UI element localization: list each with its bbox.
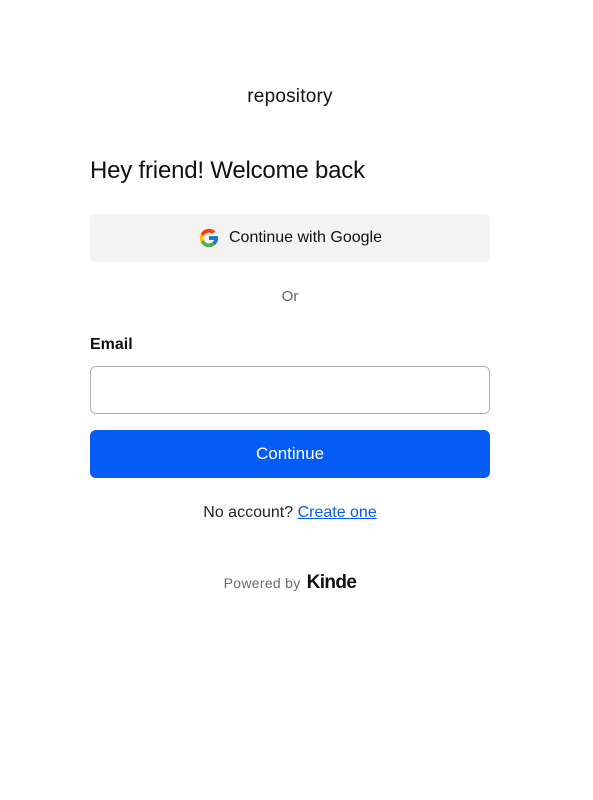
kinde-logo[interactable]: Kinde xyxy=(307,572,357,594)
powered-by-text: Powered by xyxy=(223,575,301,591)
google-button-label: Continue with Google xyxy=(229,229,382,246)
create-account-link[interactable]: Create one xyxy=(298,504,377,521)
or-divider: Or xyxy=(281,288,299,305)
google-icon xyxy=(198,227,220,249)
email-label: Email xyxy=(90,336,133,353)
continue-with-google-button[interactable]: Continue with Google xyxy=(90,214,490,262)
page-title: Hey friend! Welcome back xyxy=(90,157,365,184)
continue-button[interactable]: Continue xyxy=(90,430,490,478)
powered-by: Powered by Kinde xyxy=(0,572,580,594)
signup-prompt: No account? Create one xyxy=(0,504,580,522)
login-page: repository Hey friend! Welcome back Cont… xyxy=(0,0,593,800)
signup-prompt-text: No account? xyxy=(203,504,294,521)
email-field[interactable] xyxy=(90,366,490,414)
brand-name: repository xyxy=(247,86,333,107)
